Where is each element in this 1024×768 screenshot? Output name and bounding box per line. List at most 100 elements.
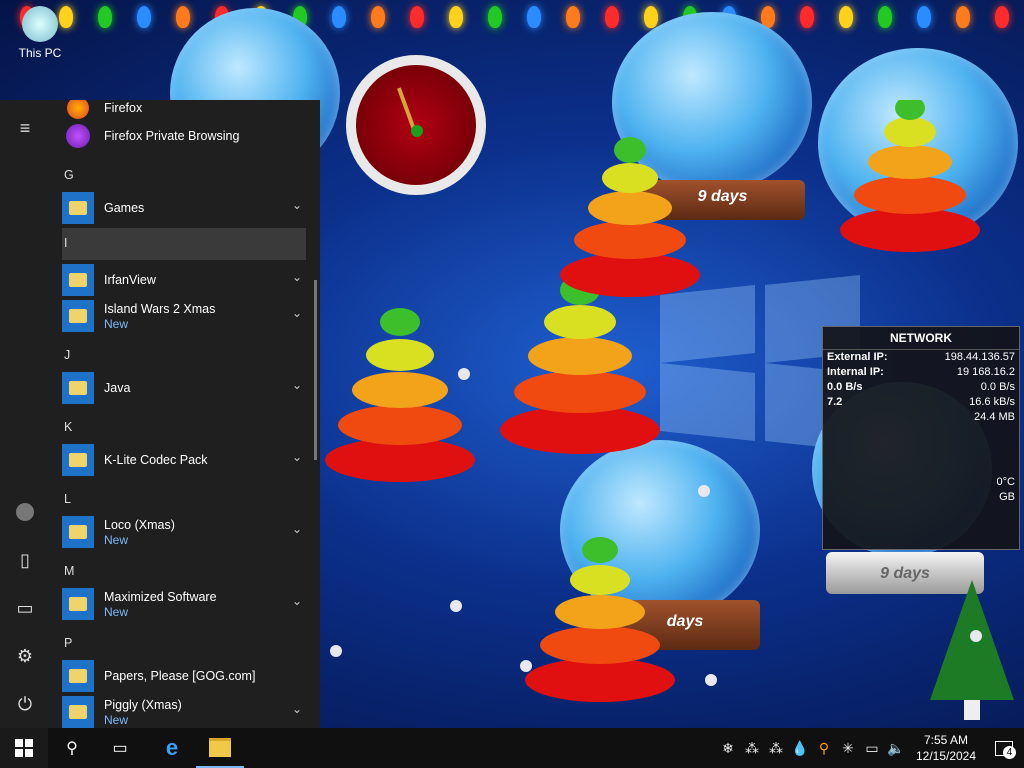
documents-button[interactable]: ▯ [0,540,50,580]
folder-label: Island Wars 2 Xmas [104,301,216,316]
folder-item-irfanview[interactable]: IrfanView ⌄ [62,264,306,296]
new-badge: New [104,316,129,331]
section-letter-j[interactable]: J [64,348,70,362]
snowflake-icon[interactable]: ❄ [716,740,740,757]
christmas-lights [0,0,1024,40]
light-bulb [371,6,385,28]
section-letter-i: I [64,236,68,250]
start-scrollbar[interactable] [314,280,317,460]
folder-icon [62,588,94,620]
folder-icon [62,192,94,224]
folder-item-piggly[interactable]: Piggly (Xmas) New ⌄ [62,696,306,728]
settings-button[interactable]: ⚙ [0,636,50,676]
light-bulb [839,6,853,28]
spiral-tree [560,137,700,297]
folder-item-k-lite[interactable]: K-Lite Codec Pack ⌄ [62,444,306,476]
pictures-button[interactable]: ▭ [0,588,50,628]
snowball [970,630,982,642]
light-bulb [527,6,541,28]
firefox-private-icon [62,120,94,152]
network-widget: NETWORK External IP: 198.44.136.57 Intern… [822,326,1020,550]
chevron-down-icon: ⌄ [291,702,302,716]
lights-icon[interactable]: ⁂ [740,740,764,757]
star-icon[interactable]: ✳ [836,740,860,757]
folder-label: Java [104,380,131,395]
app-label: Firefox [104,100,143,115]
sparkle-icon[interactable]: ⁂ [764,740,788,757]
snowball [520,660,532,672]
folder-item-island-wars[interactable]: Island Wars 2 Xmas New ⌄ [62,300,306,332]
folder-label: Maximized Software [104,589,217,604]
action-center-button[interactable]: 4 [984,728,1024,768]
light-bulb [878,6,892,28]
network-row-value: 198.44.136.57 [944,351,1015,363]
power-button[interactable]: ⏻ [0,684,50,724]
task-view-icon: ▭ [112,740,128,757]
light-bulb [410,6,424,28]
user-icon [16,503,34,521]
system-tray: ❄ ⁂ ⁂ 💧 ⚲ ✳ ▭ 🔈 7:55 AM 12/15/2024 4 [716,728,1024,768]
light-bulb [176,6,190,28]
drop-icon[interactable]: 💧 [788,740,812,757]
network-row-partial: 24.4 MB [823,410,1019,425]
light-bulb [644,6,658,28]
network-partial-value: 24.4 MB [974,411,1015,423]
network-row: 0.0 B/s 0.0 B/s [823,380,1019,395]
network-row: External IP: 198.44.136.57 [823,350,1019,365]
network-partial-value: 0°C [996,476,1015,488]
folder-label: Loco (Xmas) [104,517,175,532]
taskbar-clock[interactable]: 7:55 AM 12/15/2024 [908,732,984,764]
start-rail: ≡ ▯ ▭ ⚙ ⏻ [0,100,50,728]
chevron-down-icon: ⌄ [291,594,302,608]
windows-icon [15,739,33,757]
section-letter-i-hover[interactable]: I [62,228,306,260]
internet-explorer-icon: e [165,735,179,760]
folder-label: K-Lite Codec Pack [104,452,208,467]
file-explorer-button[interactable] [196,728,244,768]
folder-icon [62,300,94,332]
search-tool-icon[interactable]: ⚲ [812,740,836,757]
gear-icon: ⚙ [16,645,34,666]
folder-item-loco[interactable]: Loco (Xmas) New ⌄ [62,516,306,548]
new-badge: New [104,604,129,619]
new-badge: New [104,712,129,727]
start-button[interactable] [0,728,48,768]
hamburger-button[interactable]: ≡ [0,108,50,148]
folder-icon [62,696,94,728]
folder-item-maximized-software[interactable]: Maximized Software New ⌄ [62,588,306,620]
light-bulb [956,6,970,28]
network-widget-title: NETWORK [823,327,1019,350]
light-bulb [98,6,112,28]
snowball [450,600,462,612]
spiral-tree [525,537,675,702]
snowball [705,674,717,686]
volume-icon[interactable]: 🔈 [884,740,908,757]
task-view-button[interactable]: ▭ [96,728,144,768]
christmas-tree [930,580,1014,720]
section-letter-m[interactable]: M [64,564,74,578]
network-icon[interactable]: ▭ [860,740,884,757]
network-row: 7.2 16.6 kB/s [823,395,1019,410]
section-letter-k[interactable]: K [64,420,72,434]
folder-item-java[interactable]: Java ⌄ [62,372,306,404]
network-row-label: 7.2 [827,396,843,408]
app-item-firefox-private[interactable]: Firefox Private Browsing [62,120,306,152]
section-letter-p[interactable]: P [64,636,72,650]
chevron-down-icon: ⌄ [291,522,302,536]
spiral-tree [500,275,660,454]
section-letter-g[interactable]: G [64,168,74,182]
snowball [458,368,470,380]
app-item-papers-please[interactable]: Papers, Please [GOG.com] [62,660,306,692]
search-button[interactable]: ⚲ [48,728,96,768]
folder-icon [62,444,94,476]
folder-item-games[interactable]: Games ⌄ [62,192,306,224]
network-row-label: 0.0 B/s [827,381,863,393]
this-pc-desktop-icon[interactable]: This PC [14,6,66,60]
snowball [330,645,342,657]
network-row-label: External IP: [827,351,888,363]
clock-date: 12/15/2024 [915,749,977,763]
user-button[interactable] [0,492,50,532]
section-letter-l[interactable]: L [64,492,71,506]
internet-explorer-button[interactable]: e [148,728,196,768]
light-bulb [449,6,463,28]
